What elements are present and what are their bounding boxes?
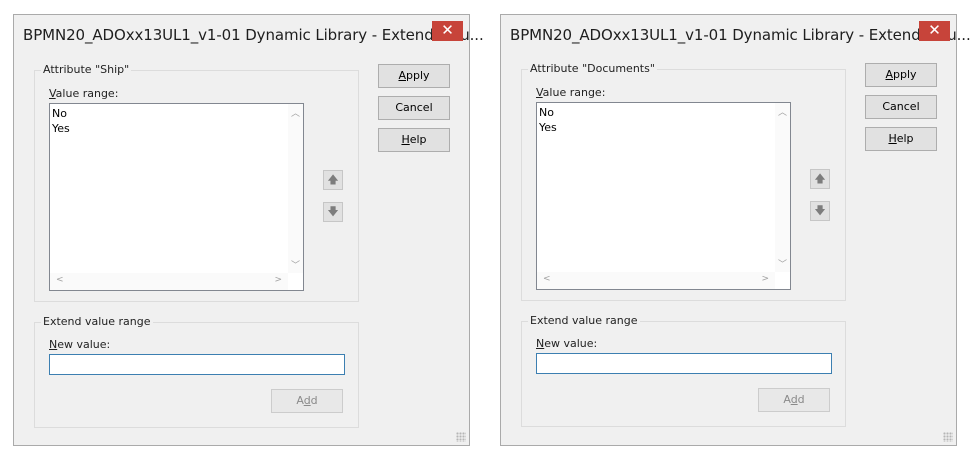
move-up-button[interactable]: 🡅 [323, 170, 343, 190]
cancel-button[interactable]: Cancel [865, 95, 937, 119]
vertical-scrollbar[interactable]: ︿ ﹀ [288, 104, 303, 273]
resize-grip-icon[interactable] [456, 432, 466, 442]
arrow-up-icon: 🡅 [327, 173, 339, 186]
apply-button[interactable]: Apply [865, 63, 937, 87]
value-range-label: Value range: [49, 87, 119, 100]
scroll-down-icon[interactable]: ﹀ [778, 257, 787, 270]
close-button[interactable]: ✕ [919, 21, 950, 41]
list-item[interactable]: Yes [52, 121, 70, 136]
close-icon: ✕ [441, 21, 454, 39]
extend-value-range-dialog-ship: BPMN20_ADOxx13UL1_v1-01 Dynamic Library … [13, 14, 484, 446]
title-bar[interactable]: BPMN20_ADOxx13UL1_v1-01 Dynamic Library … [501, 15, 971, 53]
scroll-right-icon[interactable]: > [274, 275, 282, 285]
arrow-up-icon: 🡅 [814, 172, 826, 185]
close-button[interactable]: ✕ [432, 21, 463, 41]
list-item[interactable]: Yes [539, 120, 557, 135]
value-range-listbox[interactable]: No Yes ︿ ﹀ < > [49, 103, 304, 291]
scroll-right-icon[interactable]: > [761, 274, 769, 284]
attribute-group-label: Attribute "Ship" [41, 63, 132, 76]
new-value-input[interactable] [49, 354, 345, 375]
value-range-label: Value range: [536, 86, 606, 99]
move-down-button[interactable]: 🡇 [810, 201, 830, 221]
vertical-scrollbar[interactable]: ︿ ﹀ [775, 103, 790, 272]
extend-value-range-dialog-documents: BPMN20_ADOxx13UL1_v1-01 Dynamic Library … [500, 14, 971, 446]
scroll-left-icon[interactable]: < [56, 275, 64, 285]
cancel-button[interactable]: Cancel [378, 96, 450, 120]
resize-grip-icon[interactable] [943, 432, 953, 442]
new-value-label: New value: [536, 337, 598, 350]
help-button[interactable]: Help [378, 128, 450, 152]
new-value-input[interactable] [536, 353, 832, 374]
horizontal-scrollbar[interactable]: < > [537, 272, 775, 289]
scroll-up-icon[interactable]: ︿ [291, 106, 300, 119]
close-icon: ✕ [928, 21, 941, 39]
list-item[interactable]: No [539, 105, 557, 120]
list-item[interactable]: No [52, 106, 70, 121]
help-button[interactable]: Help [865, 127, 937, 151]
extend-group-label: Extend value range [41, 315, 153, 328]
dialog-title: BPMN20_ADOxx13UL1_v1-01 Dynamic Library … [23, 26, 484, 44]
attribute-group-label: Attribute "Documents" [528, 62, 657, 75]
horizontal-scrollbar[interactable]: < > [50, 273, 288, 290]
scroll-left-icon[interactable]: < [543, 274, 551, 284]
arrow-down-icon: 🡇 [814, 204, 826, 217]
value-range-listbox[interactable]: No Yes ︿ ﹀ < > [536, 102, 791, 290]
new-value-label: New value: [49, 338, 111, 351]
apply-button[interactable]: Apply [378, 64, 450, 88]
scroll-up-icon[interactable]: ︿ [778, 105, 787, 118]
add-button[interactable]: Add [758, 388, 830, 412]
extend-group-label: Extend value range [528, 314, 640, 327]
title-bar[interactable]: BPMN20_ADOxx13UL1_v1-01 Dynamic Library … [14, 15, 484, 53]
arrow-down-icon: 🡇 [327, 205, 339, 218]
move-down-button[interactable]: 🡇 [323, 202, 343, 222]
move-up-button[interactable]: 🡅 [810, 169, 830, 189]
scroll-down-icon[interactable]: ﹀ [291, 258, 300, 271]
add-button[interactable]: Add [271, 389, 343, 413]
dialog-title: BPMN20_ADOxx13UL1_v1-01 Dynamic Library … [510, 26, 971, 44]
